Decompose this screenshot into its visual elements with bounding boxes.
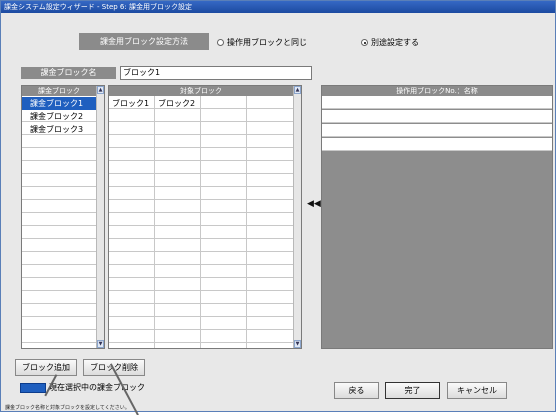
wizard-window: 課金システム設定ウィザード - Step 6: 課金用ブロック設定 課金用ブロッ…	[0, 0, 556, 415]
radio-on-icon	[361, 39, 368, 46]
billing-block-header: 課金ブロック	[22, 86, 96, 96]
radio-same-as-operation[interactable]: 操作用ブロックと同じ	[217, 38, 307, 48]
scroll-up-icon[interactable]: ▲	[294, 86, 301, 94]
billing-list-scrollbar[interactable]: ▲ ▼	[96, 86, 104, 348]
block-name-input[interactable]: ブロック1	[120, 66, 312, 80]
list-item[interactable]	[322, 96, 552, 109]
billing-block-list[interactable]: 課金ブロック 課金ブロック1 課金ブロック2 課金ブロック3 ▲ ▼	[21, 85, 105, 349]
add-block-button[interactable]: ブロック追加	[15, 359, 77, 376]
status-bar-text: 課金ブロック名称と対象ブロックを設定してください。	[5, 405, 130, 411]
radio-separate[interactable]: 別途設定する	[361, 38, 419, 48]
block-name-label: 課金ブロック名	[21, 67, 116, 79]
target-grid-scrollbar[interactable]: ▲ ▼	[293, 86, 301, 348]
finish-button[interactable]: 完了	[385, 382, 440, 399]
operation-block-list[interactable]: 操作用ブロックNo.：名称	[321, 85, 553, 349]
target-block-header: 対象ブロック	[109, 86, 293, 96]
scroll-down-icon[interactable]: ▼	[294, 340, 301, 348]
scroll-down-icon[interactable]: ▼	[97, 340, 104, 348]
target-cell[interactable]: ブロック2	[155, 97, 195, 110]
target-row-grid	[109, 96, 293, 348]
radio-separate-label: 別途設定する	[371, 38, 419, 47]
target-cell[interactable]: ブロック1	[109, 97, 149, 110]
target-block-grid[interactable]: 対象ブロック ブロック1 ブロック2 ▲ ▼	[108, 85, 302, 349]
grid-col-divider	[246, 96, 247, 348]
back-button[interactable]: 戻る	[334, 382, 379, 399]
list-item[interactable]: 課金ブロック3	[22, 123, 96, 136]
method-label: 課金用ブロック設定方法	[79, 33, 209, 50]
scroll-up-icon[interactable]: ▲	[97, 86, 104, 94]
operation-block-header: 操作用ブロックNo.：名称	[322, 86, 552, 96]
list-item[interactable]: 課金ブロック2	[22, 110, 96, 123]
selection-legend-text: 現在選択中の課金ブロック	[49, 383, 145, 392]
list-item[interactable]	[322, 110, 552, 123]
transfer-left-button[interactable]: ◀◀	[307, 199, 321, 209]
cancel-button[interactable]: キャンセル	[447, 382, 507, 399]
window-title: 課金システム設定ウィザード - Step 6: 課金用ブロック設定	[1, 1, 555, 13]
radio-same-label: 操作用ブロックと同じ	[227, 38, 307, 47]
selection-legend-swatch	[20, 383, 46, 393]
radio-off-icon	[217, 39, 224, 46]
list-item[interactable]	[322, 138, 552, 151]
grid-col-divider	[200, 96, 201, 348]
grid-col-divider	[154, 96, 155, 348]
list-item[interactable]: 課金ブロック1	[22, 97, 96, 110]
list-item[interactable]	[322, 124, 552, 137]
